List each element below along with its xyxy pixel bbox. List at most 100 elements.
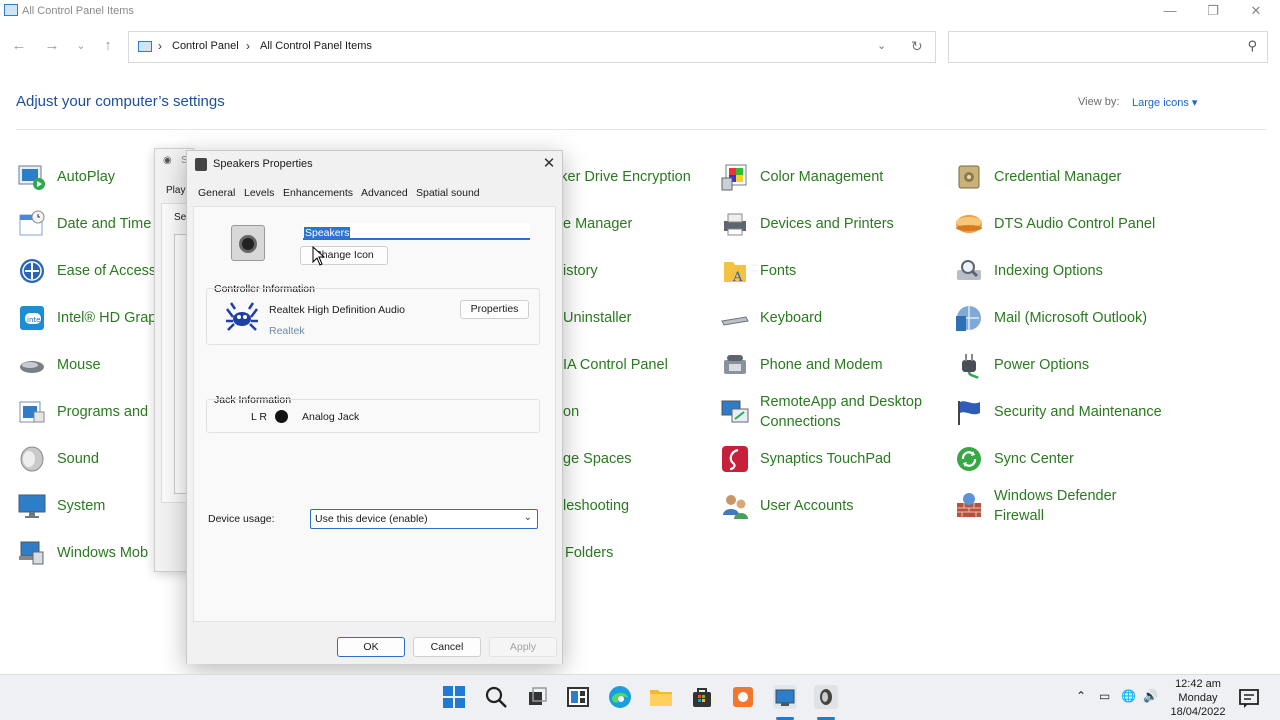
cancel-button[interactable]: Cancel [413, 637, 481, 657]
tab-spatial-sound[interactable]: Spatial sound [416, 187, 480, 199]
chevron-down-icon[interactable]: ⌄ [877, 39, 886, 52]
search-icon[interactable]: ⚲ [1247, 38, 1257, 54]
chevron-right-icon: › [246, 39, 250, 53]
phone-icon [724, 355, 746, 374]
cp-item-devices-printers[interactable]: Devices and Printers [720, 204, 894, 244]
color-management-icon [721, 164, 747, 191]
cp-item-remoteapp[interactable]: RemoteApp and Desktop Connections [720, 392, 922, 432]
address-bar[interactable]: › Control Panel › All Control Panel Item… [128, 31, 936, 63]
tab-playback[interactable]: Play [166, 185, 185, 196]
navigation-bar: ← → ⌄ ↑ › Control Panel › All Control Pa… [0, 24, 1280, 70]
cp-item-fonts[interactable]: A Fonts [720, 251, 796, 291]
tab-general[interactable]: General [198, 187, 235, 199]
printer-icon [724, 213, 746, 236]
cp-item-keyboard[interactable]: Keyboard [720, 298, 822, 338]
system-clock[interactable]: 12:42 am Monday 18/04/2022 [1163, 677, 1233, 719]
minimize-button[interactable]: — [1150, 2, 1190, 22]
cp-item-windows-mobility[interactable]: Windows Mob [17, 533, 148, 573]
search-input[interactable]: ⚲ [948, 31, 1268, 63]
file-explorer-icon[interactable] [648, 684, 674, 710]
cp-item-uninstaller[interactable]: Uninstaller [563, 298, 632, 338]
control-panel-taskbar-icon[interactable] [772, 684, 798, 710]
notification-icon[interactable] [1238, 687, 1260, 709]
page-title: Adjust your computer’s settings [16, 93, 225, 110]
cp-item-system[interactable]: System [17, 486, 105, 526]
cp-item-programs-features[interactable]: Programs and [17, 392, 148, 432]
power-plug-icon [962, 354, 979, 380]
cp-item-synaptics[interactable]: Synaptics TouchPad [720, 439, 891, 479]
cp-item-file-history[interactable]: istory [563, 251, 598, 291]
cp-item-color-management[interactable]: Color Management [720, 157, 883, 197]
cp-item-intel-hd-graphics[interactable]: intel Intel® HD Grap [17, 298, 156, 338]
properties-button[interactable]: Properties [460, 300, 529, 319]
cp-item-user-accounts[interactable]: User Accounts [720, 486, 854, 526]
maximize-button[interactable]: ❐ [1193, 2, 1233, 22]
intel-graphics-icon: intel [20, 306, 44, 330]
refresh-icon[interactable]: ↻ [911, 38, 923, 55]
ok-button[interactable]: OK [337, 637, 405, 657]
cp-item-phone-modem[interactable]: Phone and Modem [720, 345, 883, 385]
tab-enhancements[interactable]: Enhancements [283, 187, 353, 199]
credential-vault-icon [958, 165, 980, 189]
recent-locations-button[interactable]: ⌄ [70, 36, 92, 58]
office-app-icon[interactable] [730, 684, 756, 710]
tab-advanced[interactable]: Advanced [361, 187, 408, 199]
tab-levels[interactable]: Levels [244, 187, 274, 199]
cp-item-region[interactable]: on [563, 392, 579, 432]
cp-item-mail[interactable]: Mail (Microsoft Outlook) [954, 298, 1147, 338]
device-name-field[interactable]: Speakers [303, 223, 530, 240]
breadcrumb-all-items[interactable]: All Control Panel Items [260, 40, 372, 52]
cp-item-work-folders[interactable]: Folders [565, 533, 613, 573]
view-by-dropdown[interactable]: Large icons ▾ [1132, 96, 1197, 109]
cp-item-sync-center[interactable]: Sync Center [954, 439, 1074, 479]
chevron-up-icon[interactable]: ⌃ [1076, 689, 1086, 703]
controller-vendor-link[interactable]: Realtek [269, 325, 305, 337]
cp-item-ease-of-access[interactable]: Ease of Access [17, 251, 156, 291]
dialog-title: Speakers Properties [213, 158, 313, 170]
cp-item-autoplay[interactable]: AutoPlay [17, 157, 115, 197]
firewall-icon [957, 493, 981, 517]
speaker-device-icon [231, 225, 265, 261]
start-icon[interactable] [441, 684, 467, 710]
remoteapp-icon [721, 400, 749, 423]
cp-item-sound[interactable]: Sound [17, 439, 99, 479]
store-icon[interactable] [689, 684, 715, 710]
accessibility-icon [20, 259, 44, 283]
cp-item-device-manager[interactable]: e Manager [563, 204, 632, 244]
cp-item-nvidia-control-panel[interactable]: IA Control Panel [563, 345, 668, 385]
autoplay-icon [18, 165, 45, 190]
edge-browser-icon[interactable] [607, 684, 633, 710]
task-view-icon[interactable] [524, 684, 550, 710]
title-bar: All Control Panel Items — ❐ ✕ [0, 0, 1280, 24]
apply-button[interactable]: Apply [489, 637, 557, 657]
dialog-close-button[interactable]: ✕ [539, 154, 559, 174]
back-button[interactable]: ← [8, 36, 30, 58]
breadcrumb-control-panel[interactable]: Control Panel [172, 40, 239, 52]
clock-day: Monday [1178, 692, 1218, 704]
globe-icon[interactable]: 🌐 [1121, 689, 1136, 703]
cp-item-date-time[interactable]: Date and Time [17, 204, 151, 244]
cp-item-indexing-options[interactable]: Indexing Options [954, 251, 1103, 291]
cp-item-mouse[interactable]: Mouse [17, 345, 101, 385]
cp-item-dts-audio[interactable]: DTS Audio Control Panel [954, 204, 1155, 244]
volume-icon[interactable]: 🔊 [1143, 689, 1158, 703]
cp-item-security-maintenance[interactable]: Security and Maintenance [954, 392, 1162, 432]
battery-icon[interactable]: ▭ [1099, 689, 1110, 703]
cp-item-storage-spaces[interactable]: ge Spaces [563, 439, 632, 479]
dts-audio-icon [956, 215, 982, 233]
up-button[interactable]: ↑ [97, 36, 119, 58]
search-icon[interactable] [483, 684, 509, 710]
cp-item-troubleshooting[interactable]: leshooting [563, 486, 629, 526]
speakers-properties-dialog[interactable]: Speakers Properties ✕ General Levels Enh… [186, 150, 563, 664]
forward-button[interactable]: → [41, 36, 63, 58]
cp-item-windows-defender-firewall[interactable]: Windows Defender Firewall [954, 486, 1117, 526]
device-usage-select[interactable]: Use this device (enable) ⌄ [310, 509, 538, 529]
synaptics-icon [722, 446, 748, 472]
cp-item-power-options[interactable]: Power Options [954, 345, 1089, 385]
close-button[interactable]: ✕ [1236, 2, 1276, 22]
jack-name: Analog Jack [302, 411, 360, 423]
cp-item-credential-manager[interactable]: Credential Manager [954, 157, 1121, 197]
widgets-icon[interactable] [565, 684, 591, 710]
cp-item-bitlocker[interactable]: cker Drive Encryption [553, 157, 691, 197]
sound-settings-taskbar-icon[interactable] [813, 684, 839, 710]
